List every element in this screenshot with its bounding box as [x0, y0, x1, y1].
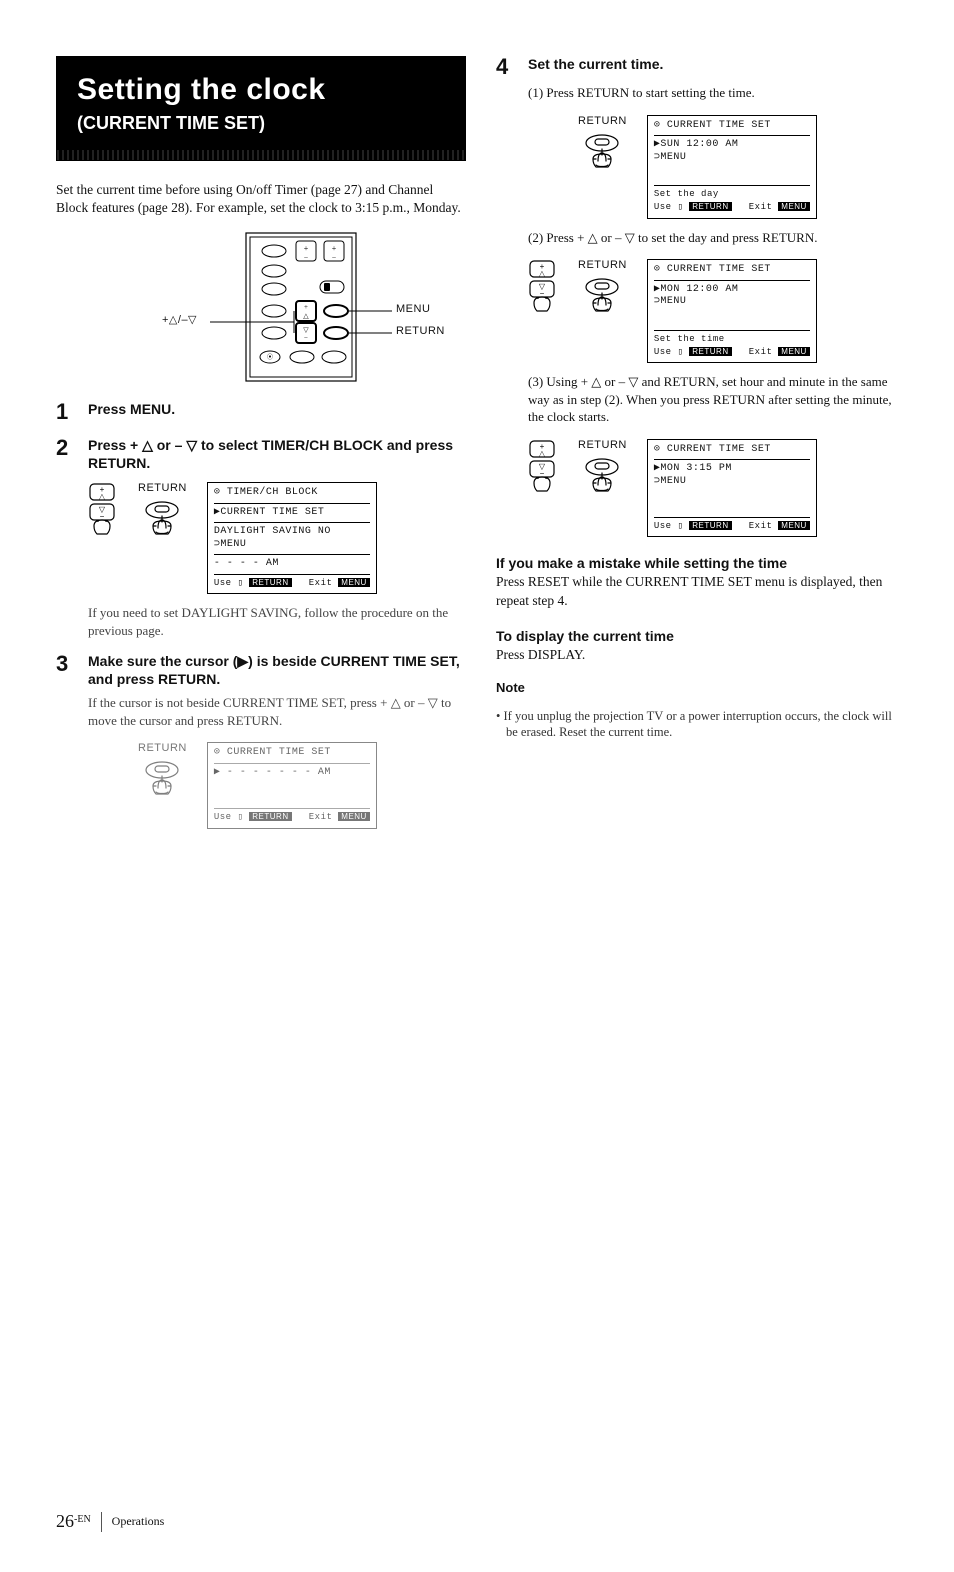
svg-text:–: –	[331, 253, 336, 261]
return-icon: RETURN	[578, 439, 627, 495]
return-label: RETURN	[578, 115, 627, 127]
step-4-screen-1: ⊙ CURRENT TIME SET ▶SUN 12:00 AM ⊃MENU S…	[647, 115, 817, 219]
mistake-heading: If you make a mistake while setting the …	[496, 555, 906, 571]
return-label: RETURN	[138, 742, 187, 754]
svg-text:⦿: ⦿	[267, 354, 273, 361]
step-1-head: Press MENU.	[88, 401, 175, 423]
step-4-p2: (2) Press + △ or – ▽ to set the day and …	[528, 229, 906, 247]
remote-return-label: RETURN	[396, 325, 445, 337]
step-1-num: 1	[56, 401, 78, 423]
svg-text:+: +	[304, 303, 308, 311]
svg-text:+: +	[332, 244, 337, 253]
display-body: Press DISPLAY.	[496, 646, 906, 664]
page-number: 26	[56, 1511, 74, 1531]
step-2-head: Press + △ or – ▽ to select TIMER/CH BLOC…	[88, 437, 466, 472]
step-4-p3: (3) Using + △ or – ▽ and RETURN, set hou…	[528, 373, 906, 426]
banner-subtitle: (CURRENT TIME SET)	[77, 113, 445, 134]
arrows-icon	[528, 259, 558, 315]
note-heading: Note	[496, 680, 906, 695]
return-label: RETURN	[578, 439, 627, 451]
return-icon: RETURN	[138, 482, 187, 538]
return-icon: RETURN	[578, 259, 627, 315]
arrows-icon	[88, 482, 118, 538]
display-heading: To display the current time	[496, 628, 906, 644]
section-name: Operations	[112, 1514, 165, 1529]
step-4-screen-3: ⊙ CURRENT TIME SET ▶MON 3:15 PM ⊃MENU Us…	[647, 439, 817, 538]
svg-text:▽: ▽	[303, 326, 309, 334]
remote-menu-label: MENU	[396, 303, 430, 315]
page-suffix: -EN	[74, 1514, 91, 1525]
intro-text: Set the current time before using On/off…	[56, 181, 466, 217]
step-3-num: 3	[56, 653, 78, 688]
step-4-p1: (1) Press RETURN to start setting the ti…	[528, 84, 906, 102]
svg-text:+: +	[304, 244, 309, 253]
return-icon: RETURN	[578, 115, 627, 171]
banner-title: Setting the clock	[77, 73, 445, 107]
step-3-screen: ⊙ CURRENT TIME SET ▶ - - - - - - - AM Us…	[207, 742, 377, 828]
step-3-head: Make sure the cursor (▶) is beside CURRE…	[88, 653, 466, 688]
remote-arrows-label: +△/–▽	[162, 313, 197, 326]
step-2-num: 2	[56, 437, 78, 472]
step-3-body: If the cursor is not beside CURRENT TIME…	[88, 694, 466, 729]
title-banner: Setting the clock (CURRENT TIME SET)	[56, 56, 466, 161]
arrows-icon	[528, 439, 558, 495]
mistake-body: Press RESET while the CURRENT TIME SET m…	[496, 573, 906, 609]
return-icon: RETURN	[138, 742, 187, 798]
step-2-after: If you need to set DAYLIGHT SAVING, foll…	[88, 604, 466, 639]
return-label: RETURN	[138, 482, 187, 494]
step-4-head: Set the current time.	[528, 56, 663, 78]
svg-text:△: △	[303, 312, 309, 320]
return-label: RETURN	[578, 259, 627, 271]
remote-diagram: +– +– +△ ▽− ⦿	[196, 227, 326, 387]
step-4-num: 4	[496, 56, 518, 78]
page-footer: 26-EN Operations	[56, 1511, 164, 1532]
step-2-screen: ⊙ TIMER/CH BLOCK ▶CURRENT TIME SET DAYLI…	[207, 482, 377, 594]
svg-text:−: −	[304, 334, 308, 342]
note-body: • If you unplug the projection TV or a p…	[506, 708, 906, 741]
svg-text:–: –	[303, 253, 308, 261]
step-4-screen-2: ⊙ CURRENT TIME SET ▶MON 12:00 AM ⊃MENU S…	[647, 259, 817, 363]
